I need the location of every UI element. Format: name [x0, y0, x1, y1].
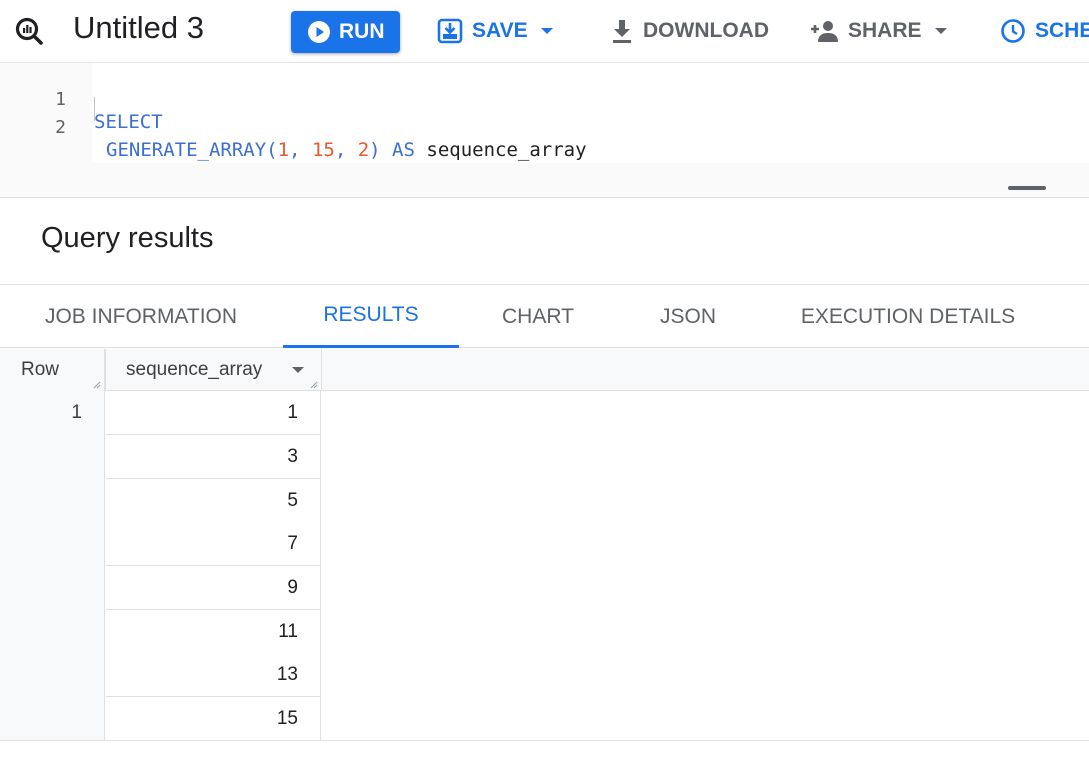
clock-icon	[1001, 19, 1025, 43]
code-token: sequence_array	[426, 139, 587, 161]
table-cell[interactable]: 3	[106, 435, 321, 479]
code-token: ,	[334, 139, 358, 161]
share-label: SHARE	[848, 19, 922, 42]
row-number: 1	[71, 402, 82, 423]
play-circle-icon	[308, 21, 330, 43]
table-cell[interactable]: 9	[106, 566, 321, 610]
code-token: ,	[289, 139, 312, 161]
schedule-button[interactable]: SCHE	[1000, 14, 1089, 48]
query-results-title: Query results	[41, 222, 214, 254]
editor-line-1[interactable]: 1 SELECT	[0, 67, 162, 133]
table-cell[interactable]: 15	[106, 697, 321, 741]
indent-guide	[94, 97, 95, 121]
table-cell[interactable]: 7	[106, 522, 321, 566]
table-cell[interactable]: 13	[106, 653, 321, 697]
sql-editor[interactable]: 1 SELECT 2 GENERATE_ARRAY(1, 15, 2) AS s…	[0, 62, 1089, 198]
caret-down-icon	[934, 28, 947, 34]
column-resize-icon[interactable]	[310, 381, 318, 389]
table-cell[interactable]: 5	[106, 479, 321, 523]
column-divider	[105, 349, 106, 391]
tab-execution-details[interactable]: EXECUTION DETAILS	[782, 285, 1034, 348]
download-icon	[613, 20, 631, 43]
column-header-sequence-array[interactable]: sequence_array	[126, 349, 262, 391]
save-icon	[437, 18, 463, 44]
table-cell[interactable]: 11	[106, 610, 321, 654]
toolbar: Untitled 3 RUN SAVE DOWNLOAD SHARE SCHE	[0, 0, 1089, 62]
code-token: 15	[311, 139, 335, 161]
caret-down-icon	[540, 28, 553, 34]
column-divider	[321, 349, 322, 391]
download-button[interactable]: DOWNLOAD	[610, 14, 769, 48]
tab-json[interactable]: JSON	[640, 285, 736, 348]
code-token: 2	[357, 139, 370, 161]
tab-job-information[interactable]: JOB INFORMATION	[22, 285, 260, 348]
results-tabs: JOB INFORMATION RESULTS CHART JSON EXECU…	[0, 284, 1089, 348]
table-cell[interactable]: 1	[106, 391, 321, 435]
code-token: SELECT	[94, 111, 163, 133]
editor-resize-handle[interactable]	[1008, 186, 1046, 190]
run-button[interactable]: RUN	[291, 11, 400, 53]
download-label: DOWNLOAD	[643, 19, 769, 42]
caret-down-icon[interactable]	[291, 365, 305, 375]
bigquery-magnifier-icon	[15, 17, 43, 45]
share-button[interactable]: SHARE	[809, 14, 957, 48]
tab-chart[interactable]: CHART	[482, 285, 594, 348]
column-resize-icon[interactable]	[93, 381, 101, 389]
editor-line-2[interactable]: 2 GENERATE_ARRAY(1, 15, 2) AS sequence_a…	[0, 95, 586, 161]
code-token: ) AS	[369, 139, 427, 161]
query-title[interactable]: Untitled 3	[73, 10, 204, 46]
code-token: 1	[277, 139, 290, 161]
person-add-icon	[811, 21, 838, 42]
schedule-label: SCHE	[1035, 19, 1089, 42]
save-label: SAVE	[472, 19, 528, 42]
line-number: 2	[55, 117, 66, 138]
code-token: GENERATE_ARRAY(	[106, 139, 278, 161]
run-label: RUN	[339, 20, 385, 43]
save-button[interactable]: SAVE	[437, 14, 563, 48]
tab-results[interactable]: RESULTS	[283, 285, 459, 348]
grid-bottom-border	[0, 740, 1089, 741]
column-header-row[interactable]: Row	[21, 349, 59, 391]
